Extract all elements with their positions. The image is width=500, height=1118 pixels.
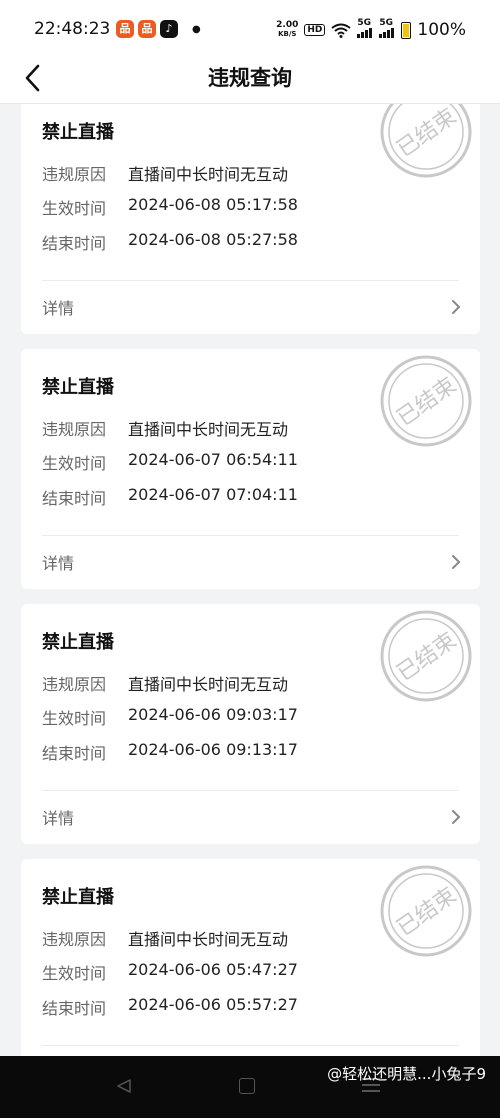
battery-percent: 100%: [417, 20, 466, 40]
violation-card: 禁止直播 违规原因 直播间中长时间无互动 生效时间 2024-06-06 05:…: [21, 859, 480, 1056]
signal-icon: 5G: [379, 19, 395, 41]
svg-text:已结束: 已结束: [393, 104, 461, 162]
status-bar: 22:48:23 品 品 ♪ ● 2.00 KB/S HD 5G 5G 100%: [0, 0, 500, 58]
svg-text:已结束: 已结束: [393, 628, 461, 686]
end-time-row: 结束时间 2024-06-08 05:27:58: [42, 230, 298, 254]
watermark: @轻松还明慧...小兔子9: [327, 1065, 486, 1083]
divider: [42, 790, 459, 791]
tiktok-icon: ♪: [160, 20, 178, 38]
divider: [42, 1045, 459, 1046]
chevron-right-icon[interactable]: [450, 298, 462, 316]
detail-link[interactable]: 详情: [42, 295, 74, 319]
card-title: 禁止直播: [42, 887, 114, 908]
more-notifications-dot-icon: ●: [192, 23, 201, 35]
end-time-row: 结束时间 2024-06-06 05:57:27: [42, 995, 298, 1019]
card-title: 禁止直播: [42, 122, 114, 143]
end-time-label: 结束时间: [42, 744, 107, 763]
chevron-right-icon[interactable]: [450, 808, 462, 826]
nav-back-icon[interactable]: [116, 1078, 132, 1094]
reason-label: 违规原因: [42, 165, 107, 184]
card-title: 禁止直播: [42, 377, 114, 398]
end-time-label: 结束时间: [42, 489, 107, 508]
start-time-row: 生效时间 2024-06-06 09:03:17: [42, 705, 298, 729]
end-time-row: 结束时间 2024-06-06 09:13:17: [42, 740, 298, 764]
reason-label: 违规原因: [42, 420, 107, 439]
reason-row: 违规原因 直播间中长时间无互动: [42, 671, 288, 695]
detail-link[interactable]: 详情: [42, 550, 74, 574]
start-time-label: 生效时间: [42, 709, 107, 728]
ended-stamp-icon: 已结束: [380, 355, 472, 447]
start-time-value: 2024-06-08 05:17:58: [128, 195, 298, 214]
signal-icon: 5G: [357, 19, 373, 41]
end-time-row: 结束时间 2024-06-07 07:04:11: [42, 485, 298, 509]
card-title: 禁止直播: [42, 632, 114, 653]
start-time-label: 生效时间: [42, 199, 107, 218]
reason-row: 违规原因 直播间中长时间无互动: [42, 161, 288, 185]
start-time-row: 生效时间 2024-06-08 05:17:58: [42, 195, 298, 219]
reason-row: 违规原因 直播间中长时间无互动: [42, 926, 288, 950]
reason-value: 直播间中长时间无互动: [128, 420, 289, 439]
start-time-label: 生效时间: [42, 454, 107, 473]
divider: [42, 535, 459, 536]
status-time: 22:48:23: [34, 19, 111, 39]
status-right: 2.00 KB/S HD 5G 5G 100%: [276, 19, 466, 41]
reason-label: 违规原因: [42, 930, 107, 949]
start-time-value: 2024-06-07 06:54:11: [128, 450, 298, 469]
violation-card: 禁止直播 违规原因 直播间中长时间无互动 生效时间 2024-06-06 09:…: [21, 604, 480, 844]
network-speed: 2.00 KB/S: [276, 20, 299, 39]
chevron-right-icon[interactable]: [450, 553, 462, 571]
notification-icons: 品 品 ♪ ●: [116, 20, 201, 38]
hd-badge: HD: [304, 24, 326, 36]
svg-text:已结束: 已结束: [393, 373, 461, 431]
start-time-value: 2024-06-06 05:47:27: [128, 960, 298, 979]
end-time-value: 2024-06-07 07:04:11: [128, 485, 298, 504]
end-time-label: 结束时间: [42, 234, 107, 253]
reason-value: 直播间中长时间无互动: [128, 165, 289, 184]
detail-link[interactable]: 详情: [42, 805, 74, 829]
violation-list[interactable]: 禁止直播 违规原因 直播间中长时间无互动 生效时间 2024-06-08 05:…: [0, 104, 500, 1056]
end-time-label: 结束时间: [42, 999, 107, 1018]
svg-text:已结束: 已结束: [393, 883, 461, 941]
start-time-label: 生效时间: [42, 964, 107, 983]
start-time-row: 生效时间 2024-06-06 05:47:27: [42, 960, 298, 984]
app-notification-icon: 品: [138, 20, 156, 38]
reason-value: 直播间中长时间无互动: [128, 930, 289, 949]
page-title: 违规查询: [208, 66, 292, 90]
end-time-value: 2024-06-06 05:57:27: [128, 995, 298, 1014]
wifi-icon: [331, 23, 352, 38]
ended-stamp-icon: 已结束: [380, 104, 472, 178]
app-notification-icon: 品: [116, 20, 134, 38]
nav-home-icon[interactable]: [239, 1078, 255, 1094]
violation-card: 禁止直播 违规原因 直播间中长时间无互动 生效时间 2024-06-08 05:…: [21, 104, 480, 334]
reason-row: 违规原因 直播间中长时间无互动: [42, 416, 288, 440]
reason-label: 违规原因: [42, 675, 107, 694]
end-time-value: 2024-06-06 09:13:17: [128, 740, 298, 759]
battery-icon: [401, 21, 412, 39]
reason-value: 直播间中长时间无互动: [128, 675, 289, 694]
ended-stamp-icon: 已结束: [380, 610, 472, 702]
ended-stamp-icon: 已结束: [380, 865, 472, 957]
divider: [42, 280, 459, 281]
end-time-value: 2024-06-08 05:27:58: [128, 230, 298, 249]
start-time-row: 生效时间 2024-06-07 06:54:11: [42, 450, 298, 474]
header: 违规查询: [0, 58, 500, 104]
violation-card: 禁止直播 违规原因 直播间中长时间无互动 生效时间 2024-06-07 06:…: [21, 349, 480, 589]
start-time-value: 2024-06-06 09:03:17: [128, 705, 298, 724]
